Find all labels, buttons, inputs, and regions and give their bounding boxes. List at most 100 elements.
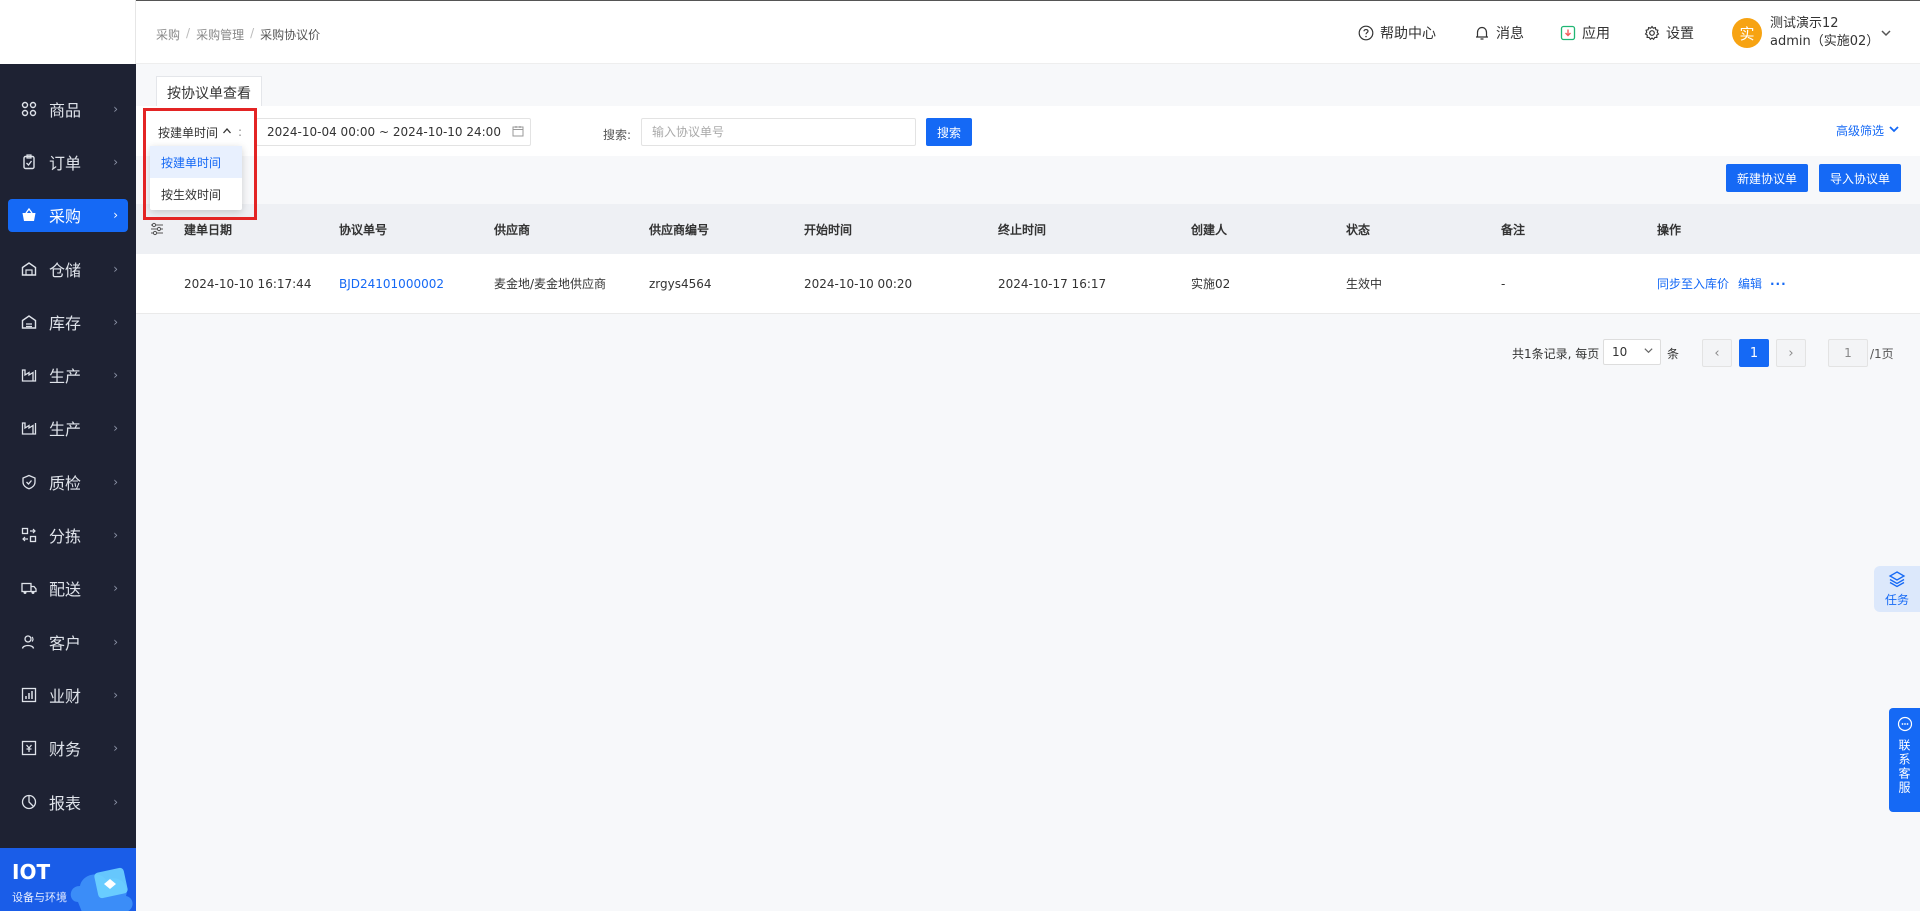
time-type-select[interactable]: 按建单时间 : — [158, 120, 256, 144]
avatar: 实 — [1732, 18, 1762, 48]
contact-service-button[interactable]: 联系客服 — [1889, 708, 1920, 812]
cell-order-number-link[interactable]: BJD24101000002 — [339, 277, 444, 291]
task-float-button[interactable]: 任务 — [1874, 566, 1920, 612]
date-range-picker[interactable]: 2024-10-04 00:00 ~ 2024-10-10 24:00 — [256, 118, 531, 146]
main-content: 按协议单查看 按建单时间 : 2024-10-04 00:00 ~ 2024-1… — [136, 64, 1920, 911]
page-jump-input[interactable]: 1 — [1828, 339, 1868, 367]
sidebar-item-label: 采购 — [49, 207, 82, 227]
import-agreement-button[interactable]: 导入协议单 — [1819, 164, 1901, 192]
iot-subtitle: 设备与环境 — [12, 891, 67, 904]
advanced-filter-label: 高级筛选 — [1836, 124, 1885, 138]
chevron-down-icon — [1888, 123, 1900, 138]
sidebar-item-label: 报表 — [49, 793, 82, 813]
chevron-right-icon: › — [113, 314, 118, 329]
sidebar-item-label: 商品 — [49, 100, 82, 120]
calendar-icon — [512, 125, 524, 140]
total-pages: /1页 — [1870, 347, 1894, 361]
advanced-filter-toggle[interactable]: 高级筛选 — [1836, 122, 1900, 139]
sidebar-item-orders[interactable]: 订单 › — [0, 135, 136, 188]
sidebar-item-sorting[interactable]: 分拣 › — [0, 508, 136, 561]
tab-view-by-agreement[interactable]: 按协议单查看 — [156, 76, 262, 108]
sidebar-item-customers[interactable]: 客户 › — [0, 615, 136, 668]
sidebar-item-label: 客户 — [49, 633, 82, 653]
iot-banner[interactable]: IOT 设备与环境 — [0, 848, 136, 911]
chevron-right-icon: › — [113, 474, 118, 489]
pie-icon — [21, 794, 37, 810]
breadcrumb-separator: / — [250, 26, 255, 40]
sidebar-item-delivery[interactable]: 配送 › — [0, 562, 136, 615]
user-role: admin（实施02） — [1770, 34, 1880, 49]
user-info: 测试演示12 admin（实施02） — [1770, 15, 1879, 51]
sidebar-nav: 商品 › 订单 › 采购 › 仓储 › 库存 › 生产 › 生产 › 质检 › … — [0, 82, 136, 828]
sidebar: 商品 › 订单 › 采购 › 仓储 › 库存 › 生产 › 生产 › 质检 › … — [0, 0, 136, 911]
sidebar-item-purchase[interactable]: 采购 › — [0, 189, 136, 242]
settings-button[interactable]: 设置 — [1644, 23, 1694, 43]
user-icon — [21, 634, 37, 650]
breadcrumb-item[interactable]: 采购 — [156, 26, 180, 43]
chevron-right-icon: › — [113, 528, 118, 543]
sidebar-item-goods[interactable]: 商品 › — [0, 82, 136, 135]
filter-bar: 按建单时间 : 2024-10-04 00:00 ~ 2024-10-10 24… — [136, 106, 1920, 156]
pagination: 共1条记录, 每页 10 条 ‹ 1 › 1 /1页 — [136, 336, 1920, 368]
total-records: 共1条记录, 每页 — [1512, 347, 1600, 361]
apps-label: 应用 — [1582, 26, 1610, 42]
help-center-button[interactable]: 帮助中心 — [1358, 23, 1436, 43]
cell-creator: 实施02 — [1191, 277, 1231, 291]
factory-icon — [21, 420, 37, 436]
layers-icon — [1888, 570, 1906, 591]
sidebar-item-warehouse[interactable]: 仓储 › — [0, 242, 136, 295]
grid-icon — [21, 101, 37, 117]
new-agreement-button[interactable]: 新建协议单 — [1726, 164, 1808, 192]
messages-button[interactable]: 消息 — [1474, 23, 1524, 43]
option-by-created-time[interactable]: 按建单时间 — [150, 146, 242, 178]
cell-start-time: 2024-10-10 00:20 — [804, 276, 913, 291]
more-actions-button[interactable]: ··· — [1770, 277, 1787, 291]
table-header: 建单日期 协议单号 供应商 供应商编号 开始时间 终止时间 创建人 状态 备注 … — [136, 204, 1920, 254]
column-header: 开始时间 — [804, 222, 853, 237]
cell-end-time: 2024-10-17 16:17 — [998, 276, 1107, 291]
sidebar-item-production-2[interactable]: 生产 › — [0, 402, 136, 455]
prev-page-button[interactable]: ‹ — [1702, 339, 1732, 367]
app-download-icon — [1560, 25, 1576, 41]
sidebar-item-quality[interactable]: 质检 › — [0, 455, 136, 508]
time-type-value: 按建单时间 — [158, 125, 219, 140]
page-1-button[interactable]: 1 — [1739, 339, 1769, 367]
apps-button[interactable]: 应用 — [1560, 23, 1610, 43]
sidebar-item-production[interactable]: 生产 › — [0, 348, 136, 401]
search-button[interactable]: 搜索 — [926, 118, 972, 146]
sync-inbound-price-link[interactable]: 同步至入库价 — [1657, 275, 1729, 292]
column-header: 状态 — [1346, 222, 1371, 237]
sidebar-item-reports[interactable]: 报表 › — [0, 775, 136, 828]
option-by-effective-time[interactable]: 按生效时间 — [150, 178, 242, 210]
sidebar-item-label: 配送 — [49, 580, 82, 600]
search-input[interactable] — [641, 118, 916, 146]
settings-label: 设置 — [1666, 26, 1694, 42]
column-header: 供应商 — [494, 222, 531, 237]
chevron-right-icon: › — [113, 794, 118, 809]
column-header: 终止时间 — [998, 222, 1047, 237]
clipboard-icon — [21, 154, 37, 170]
iot-title: IOT — [12, 860, 51, 884]
cloud-device-icon — [70, 867, 133, 911]
breadcrumb-separator: / — [186, 26, 191, 40]
next-page-button[interactable]: › — [1776, 339, 1806, 367]
chevron-down-icon[interactable] — [1880, 27, 1892, 42]
cell-supplier: 麦金地/麦金地供应商 — [494, 277, 607, 291]
column-settings-icon[interactable] — [150, 222, 164, 236]
user-name: 测试演示12 — [1770, 16, 1839, 31]
bell-icon — [1474, 25, 1490, 41]
edit-link[interactable]: 编辑 — [1738, 275, 1762, 292]
sidebar-item-inventory[interactable]: 库存 › — [0, 295, 136, 348]
sidebar-item-finance[interactable]: 财务 › — [0, 722, 136, 775]
sidebar-item-business-finance[interactable]: 业财 › — [0, 668, 136, 721]
breadcrumb-item[interactable]: 采购管理 — [196, 26, 244, 43]
user-menu[interactable]: 实 测试演示12 admin（实施02） — [1732, 15, 1879, 51]
page-size-select[interactable]: 10 — [1603, 339, 1661, 365]
table-row: 2024-10-10 16:17:44 BJD24101000002 麦金地/麦… — [136, 254, 1920, 314]
colon-separator: : — [238, 125, 243, 139]
chevron-up-icon — [222, 126, 232, 139]
sidebar-item-label: 分拣 — [49, 527, 82, 547]
gear-icon — [1644, 25, 1660, 41]
cell-remark: - — [1501, 276, 1506, 291]
column-header: 建单日期 — [184, 222, 233, 237]
